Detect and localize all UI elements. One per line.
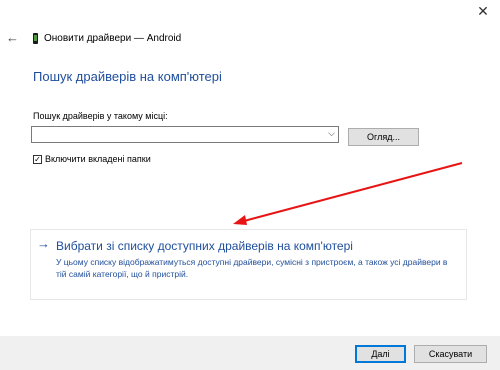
include-subfolders-label: Включити вкладені папки: [45, 154, 151, 164]
cancel-button[interactable]: Скасувати: [414, 345, 487, 363]
include-subfolders-checkbox[interactable]: ✓: [33, 154, 42, 164]
window-title-text: Оновити драйвери — Android: [44, 32, 182, 44]
pick-from-list-option[interactable]: → Вибрати зі списку доступних драйверів …: [30, 229, 467, 300]
include-subfolders-row[interactable]: ✓ Включити вкладені папки: [33, 154, 151, 164]
arrow-right-icon: →: [37, 236, 50, 251]
pick-from-list-title[interactable]: Вибрати зі списку доступних драйверів на…: [56, 239, 353, 253]
close-button[interactable]: ✕: [472, 2, 494, 20]
annotation-arrow: [233, 162, 463, 225]
chevron-down-icon[interactable]: ⌵: [328, 128, 335, 139]
page-title: Пошук драйверів на комп'ютері: [33, 69, 222, 84]
search-location-label: Пошук драйверів у такому місці:: [33, 111, 168, 121]
window-title: Оновити драйвери — Android: [33, 31, 181, 45]
next-button[interactable]: Далі: [355, 345, 406, 363]
search-location-combobox[interactable]: ⌵: [31, 126, 339, 143]
browse-button[interactable]: Огляд...: [348, 128, 419, 146]
pick-from-list-description: У цьому списку відображатимуться доступн…: [56, 257, 448, 279]
back-button[interactable]: ←: [6, 31, 20, 45]
android-phone-icon: [33, 32, 38, 44]
